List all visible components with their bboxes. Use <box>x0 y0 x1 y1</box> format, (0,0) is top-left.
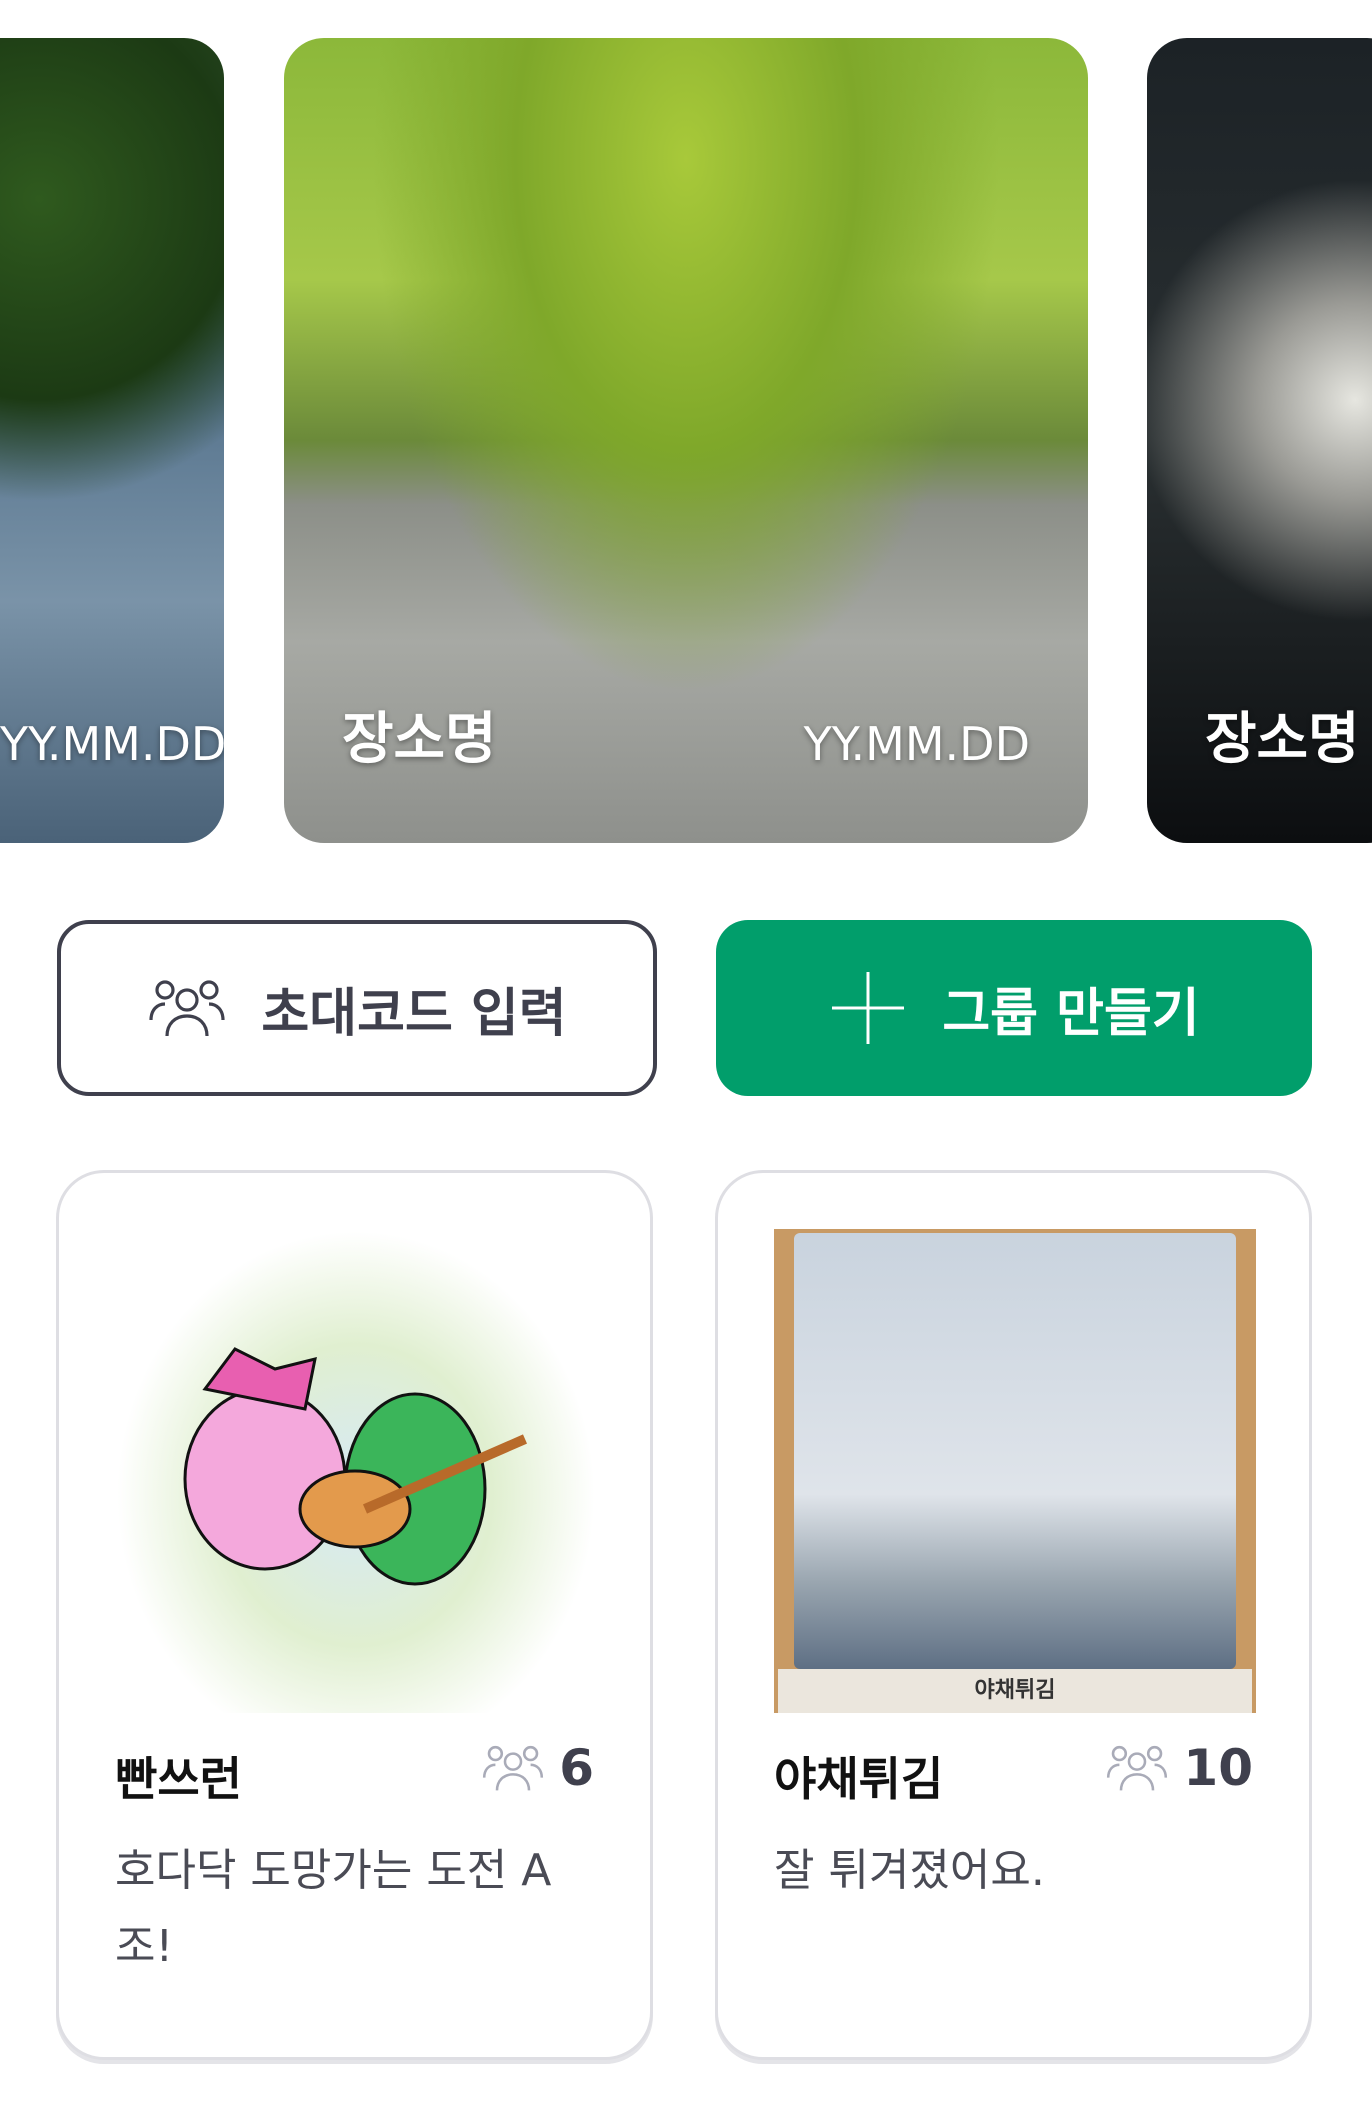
group-description: 호다닥 도망가는 도전 A조! <box>115 1845 552 1972</box>
group-name: 야채튀김 <box>774 1752 944 1806</box>
photo-date: YY.MM.DD <box>803 717 1030 771</box>
invite-code-button[interactable]: 초대코드 입력 <box>57 920 657 1096</box>
users-icon <box>483 1745 544 1791</box>
member-count: 6 <box>481 1739 594 1797</box>
photo-date: YY.MM.DD <box>0 717 224 771</box>
users-icon <box>1107 1745 1168 1791</box>
image-caption: 야채튀김 <box>778 1669 1252 1713</box>
create-group-label: 그룹 만들기 <box>942 983 1200 1044</box>
group-name: 빤쓰런 <box>115 1752 242 1806</box>
group-image <box>115 1229 597 1713</box>
create-group-button[interactable]: 그룹 만들기 <box>716 920 1312 1096</box>
photo-card[interactable]: 장소명 YY.MM.DD <box>284 38 1088 843</box>
photo-place: 장소명 <box>342 707 497 772</box>
member-count: 10 <box>1105 1739 1253 1797</box>
member-count-value: 10 <box>1183 1739 1253 1797</box>
group-description: 잘 튀겨졌어요. <box>774 1845 1045 1896</box>
group-image: 야채튀김 <box>774 1229 1256 1713</box>
group-card[interactable]: 야채튀김 야채튀김 10 잘 튀겨졌어요. <box>715 1170 1312 2060</box>
invite-code-label: 초대코드 입력 <box>261 983 567 1044</box>
photo-card[interactable]: YY.MM.DD <box>0 38 224 843</box>
member-count-value: 6 <box>559 1739 594 1797</box>
photo-place: 장소명 <box>1205 707 1360 772</box>
plus-icon <box>832 972 905 1044</box>
users-icon <box>149 980 226 1037</box>
photo-card[interactable]: 장소명 <box>1147 38 1372 843</box>
group-card[interactable]: 빤쓰런 6 호다닥 도망가는 도전 A조! <box>56 1170 653 2060</box>
